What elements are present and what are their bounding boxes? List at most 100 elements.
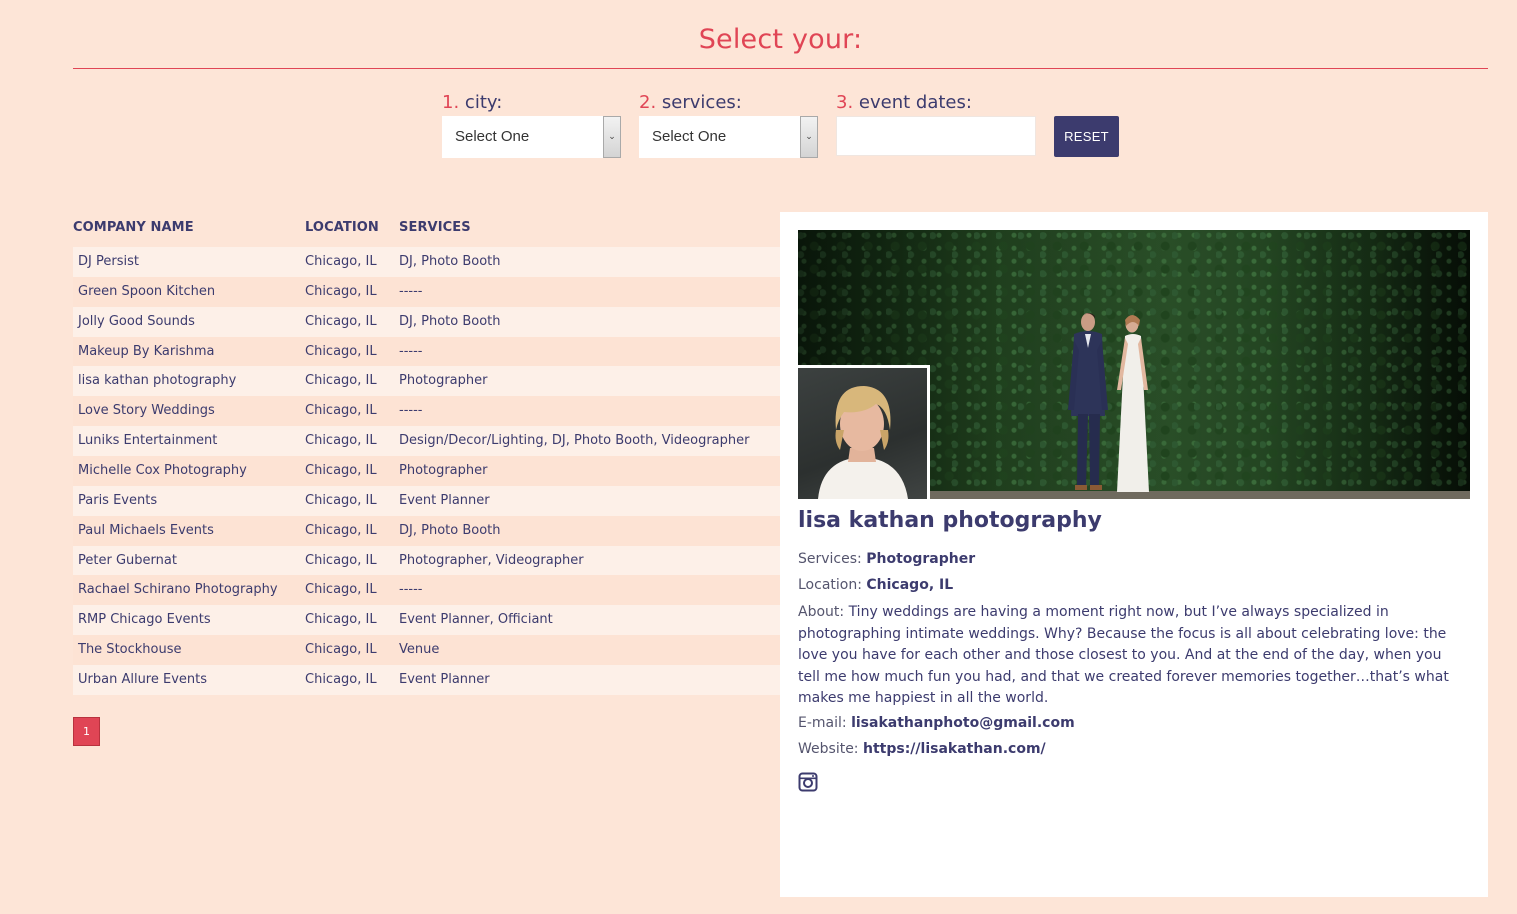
services-filter-text: services:: [661, 92, 742, 113]
about-text: Tiny weddings are having a moment right …: [848, 604, 1389, 620]
about-line: love you have for each other and those c…: [798, 647, 1442, 663]
city-select[interactable]: Select One ⌄: [442, 116, 621, 158]
company-cell[interactable]: lisa kathan photography: [78, 366, 236, 396]
about-line: photographing intimate weddings. Why? Be…: [798, 625, 1447, 642]
table-row[interactable]: Rachael Schirano Photography Chicago, IL…: [73, 575, 780, 606]
location-label: Location:: [798, 577, 862, 593]
column-header-services: SERVICES: [399, 220, 471, 235]
dates-filter-text: event dates:: [858, 92, 972, 113]
services-select[interactable]: Select One ⌄: [639, 116, 818, 158]
table-row[interactable]: Paul Michaels Events Chicago, IL DJ, Pho…: [73, 515, 780, 546]
services-filter-label: 2. services:: [639, 92, 818, 114]
table-row[interactable]: lisa kathan photography Chicago, IL Phot…: [73, 366, 780, 397]
city-filter-label: 1. city:: [442, 92, 621, 114]
company-cell[interactable]: Jolly Good Sounds: [78, 307, 195, 337]
company-cell[interactable]: Makeup By Karishma: [78, 337, 214, 367]
services-cell: Event Planner, Officiant: [399, 612, 553, 628]
vendor-name: lisa kathan photography: [798, 508, 1102, 533]
services-cell: -----: [399, 343, 423, 359]
vendor-website: Website: https://lisakathan.com/: [798, 741, 1046, 757]
location-cell: Chicago, IL: [305, 313, 377, 329]
company-cell[interactable]: Paris Events: [78, 486, 157, 516]
dates-filter-label: 3. event dates:: [836, 92, 1036, 114]
services-cell: Design/Decor/Lighting, DJ, Photo Booth, …: [399, 433, 750, 449]
table-row[interactable]: Urban Allure Events Chicago, IL Event Pl…: [73, 665, 780, 695]
company-cell[interactable]: Green Spoon Kitchen: [78, 277, 215, 307]
pagination-page-button[interactable]: 1: [73, 717, 100, 746]
city-select-value: Select One: [455, 128, 530, 145]
table-row[interactable]: RMP Chicago Events Chicago, IL Event Pla…: [73, 605, 780, 636]
vendor-detail-panel: lisa kathan photography Services: Photog…: [780, 212, 1488, 897]
location-cell: Chicago, IL: [305, 283, 377, 299]
services-cell: -----: [399, 582, 423, 598]
about-label: About:: [798, 604, 845, 620]
location-cell: Chicago, IL: [305, 463, 377, 479]
about-line: makes me happiest in all the world.: [798, 690, 1049, 706]
vendor-about: About: Tiny weddings are having a moment…: [798, 602, 1473, 710]
table-row[interactable]: Luniks Entertainment Chicago, IL Design/…: [73, 426, 780, 457]
website-label: Website:: [798, 741, 859, 757]
company-cell[interactable]: Paul Michaels Events: [78, 516, 214, 546]
email-label: E-mail:: [798, 715, 847, 731]
services-cell: Photographer: [399, 373, 488, 389]
services-value: Photographer: [866, 551, 976, 567]
table-row[interactable]: Peter Gubernat Chicago, IL Photographer,…: [73, 545, 780, 576]
dates-filter: 3. event dates:: [836, 92, 1036, 156]
table-row[interactable]: Paris Events Chicago, IL Event Planner: [73, 485, 780, 516]
avatar-portrait: [818, 386, 908, 499]
table-row[interactable]: Love Story Weddings Chicago, IL -----: [73, 396, 780, 427]
services-cell: -----: [399, 283, 423, 299]
location-cell: Chicago, IL: [305, 373, 377, 389]
services-select-value: Select One: [652, 128, 727, 145]
services-cell: DJ, Photo Booth: [399, 522, 501, 538]
instagram-icon[interactable]: [798, 772, 818, 792]
table-row[interactable]: Makeup By Karishma Chicago, IL -----: [73, 336, 780, 367]
email-link[interactable]: lisakathanphoto@gmail.com: [851, 715, 1075, 731]
vendor-table: DJ Persist Chicago, IL DJ, Photo Booth G…: [73, 247, 780, 695]
city-filter-text: city:: [464, 92, 503, 113]
column-header-location: LOCATION: [305, 220, 379, 235]
company-cell[interactable]: DJ Persist: [78, 247, 139, 277]
location-value: Chicago, IL: [866, 577, 954, 593]
table-row[interactable]: Green Spoon Kitchen Chicago, IL -----: [73, 276, 780, 307]
table-row[interactable]: Michelle Cox Photography Chicago, IL Pho…: [73, 456, 780, 486]
table-row[interactable]: The Stockhouse Chicago, IL Venue: [73, 635, 780, 666]
title-divider: [73, 68, 1488, 69]
services-cell: DJ, Photo Booth: [399, 313, 501, 329]
services-cell: -----: [399, 403, 423, 419]
event-dates-input[interactable]: [836, 116, 1036, 156]
vendor-avatar: [798, 365, 930, 499]
company-cell[interactable]: Rachael Schirano Photography: [78, 575, 278, 605]
chevron-down-icon[interactable]: ⌄: [800, 116, 818, 158]
company-cell[interactable]: Peter Gubernat: [78, 546, 177, 576]
city-filter: 1. city: Select One ⌄: [442, 92, 621, 158]
company-cell[interactable]: Michelle Cox Photography: [78, 456, 247, 486]
page-title: Select your:: [698, 24, 863, 55]
vendor-email: E-mail: lisakathanphoto@gmail.com: [798, 715, 1075, 731]
dates-filter-number: 3.: [836, 92, 854, 113]
location-cell: Chicago, IL: [305, 492, 377, 508]
location-cell: Chicago, IL: [305, 433, 377, 449]
services-label: Services:: [798, 551, 862, 567]
chevron-down-icon[interactable]: ⌄: [603, 116, 621, 158]
table-row[interactable]: DJ Persist Chicago, IL DJ, Photo Booth: [73, 247, 780, 277]
vendor-services: Services: Photographer: [798, 551, 975, 567]
couple-photo-figure: [1068, 312, 1149, 492]
location-cell: Chicago, IL: [305, 254, 377, 269]
vendor-avatar-photo: [798, 368, 927, 499]
reset-button[interactable]: RESET: [1054, 116, 1119, 157]
location-cell: Chicago, IL: [305, 403, 377, 419]
location-cell: Chicago, IL: [305, 552, 377, 568]
services-cell: Photographer, Videographer: [399, 552, 584, 568]
services-cell: Photographer: [399, 463, 488, 479]
city-filter-number: 1.: [442, 92, 460, 113]
location-cell: Chicago, IL: [305, 672, 377, 688]
website-link[interactable]: https://lisakathan.com/: [863, 741, 1046, 757]
company-cell[interactable]: The Stockhouse: [78, 635, 182, 665]
company-cell[interactable]: RMP Chicago Events: [78, 605, 211, 635]
company-cell[interactable]: Love Story Weddings: [78, 396, 215, 426]
table-row[interactable]: Jolly Good Sounds Chicago, IL DJ, Photo …: [73, 306, 780, 337]
location-cell: Chicago, IL: [305, 642, 377, 658]
company-cell[interactable]: Luniks Entertainment: [78, 426, 217, 456]
company-cell[interactable]: Urban Allure Events: [78, 665, 207, 695]
